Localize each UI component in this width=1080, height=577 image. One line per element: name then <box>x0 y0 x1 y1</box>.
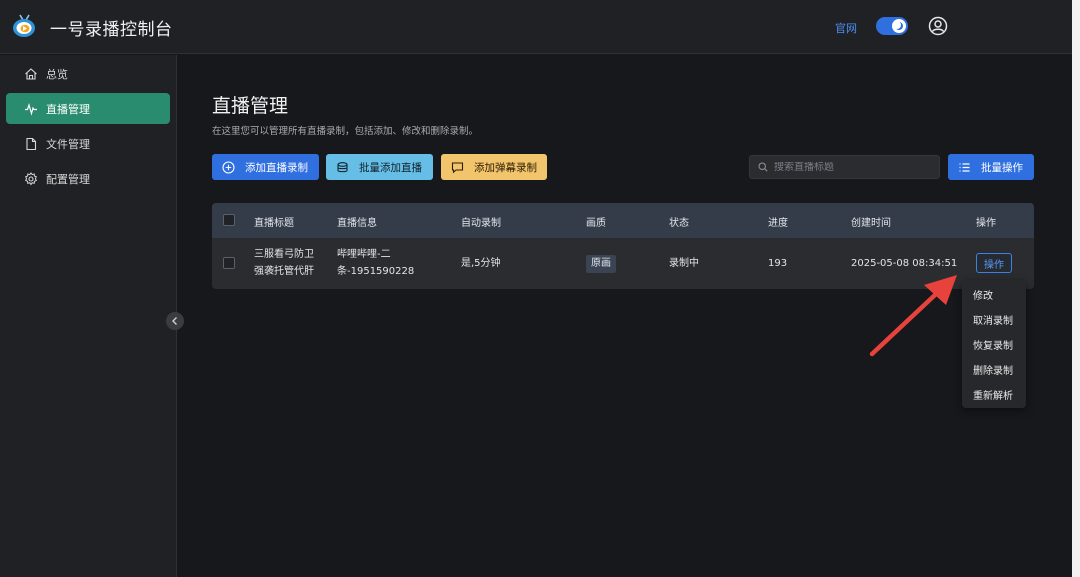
row-info-line1: 哔哩哔哩-二 <box>337 249 391 260</box>
column-header-info[interactable]: 直播信息 <box>337 214 377 229</box>
add-danmu-record-label: 添加弹幕录制 <box>474 161 537 174</box>
column-header-action: 操作 <box>976 218 996 229</box>
search-input[interactable] <box>774 161 934 173</box>
table-header: 直播标题 直播信息 自动录制 画质 状态 进度 创建时间 操作 <box>212 203 1034 238</box>
row-checkbox[interactable] <box>223 257 235 269</box>
menu-item-edit[interactable]: 修改 <box>973 287 993 302</box>
column-header-auto-record[interactable]: 自动录制 <box>461 214 501 229</box>
bulk-operation-button[interactable]: 批量操作 <box>948 154 1034 180</box>
batch-add-live-button[interactable]: 批量添加直播 <box>326 154 433 180</box>
search-box <box>749 155 940 179</box>
search-icon <box>758 162 768 172</box>
column-header-quality[interactable]: 画质 <box>586 214 606 229</box>
chevron-left-icon <box>172 317 177 325</box>
row-auto-record: 是,5分钟 <box>461 258 501 269</box>
row-title-line2: 强袭托管代肝 <box>254 266 314 277</box>
row-info-line2: 条-1951590228 <box>337 266 415 277</box>
sidebar-item-label: 文件管理 <box>46 137 90 151</box>
batch-add-live-label: 批量添加直播 <box>359 161 422 174</box>
add-live-record-button[interactable]: 添加直播录制 <box>212 154 319 180</box>
list-icon <box>959 162 970 172</box>
row-action-button[interactable]: 操作 <box>976 253 1012 273</box>
sidebar-collapse-button[interactable] <box>166 312 184 330</box>
message-square-icon <box>451 161 464 173</box>
sidebar-item-live-management[interactable]: 直播管理 <box>6 93 170 124</box>
app-title: 一号录播控制台 <box>50 20 173 40</box>
row-progress: 193 <box>768 258 788 269</box>
menu-item-cancel-record[interactable]: 取消录制 <box>973 312 1013 327</box>
sidebar-item-config-management[interactable]: 配置管理 <box>6 163 170 194</box>
column-header-status[interactable]: 状态 <box>669 214 689 229</box>
plus-circle-icon <box>222 160 235 174</box>
page-description: 在这里您可以管理所有直播录制，包括添加、修改和删除录制。 <box>212 126 479 137</box>
moon-icon <box>892 19 906 33</box>
menu-item-delete-record[interactable]: 删除录制 <box>973 362 1013 377</box>
official-site-link[interactable]: 官网 <box>835 20 857 36</box>
sidebar: 总览 直播管理 文件管理 配置管理 <box>0 55 177 577</box>
add-live-record-label: 添加直播录制 <box>245 161 308 174</box>
sidebar-item-label: 配置管理 <box>46 172 90 186</box>
page-title: 直播管理 <box>212 95 289 117</box>
sidebar-item-label: 总览 <box>46 67 68 81</box>
user-avatar-icon[interactable] <box>928 16 948 36</box>
row-title-line1: 三服看弓防卫 <box>254 249 314 260</box>
action-dropdown-menu: 修改 取消录制 恢复录制 删除录制 重新解析 <box>962 280 1026 408</box>
red-arrow-annotation-icon <box>869 275 957 357</box>
top-header: 一号录播控制台 官网 <box>0 0 1080 54</box>
dark-mode-toggle[interactable] <box>876 17 908 35</box>
layers-icon <box>337 161 348 172</box>
gear-icon <box>25 171 37 185</box>
file-icon <box>26 137 37 150</box>
bulk-operation-label: 批量操作 <box>981 161 1023 174</box>
row-status: 录制中 <box>669 258 699 269</box>
menu-item-resume-record[interactable]: 恢复录制 <box>973 337 1013 352</box>
home-icon <box>25 67 37 80</box>
sidebar-item-overview[interactable]: 总览 <box>6 58 170 89</box>
sidebar-item-file-management[interactable]: 文件管理 <box>6 128 170 159</box>
column-header-title[interactable]: 直播标题 <box>254 214 294 229</box>
quality-badge: 原画 <box>586 255 616 273</box>
window-scrollbar[interactable] <box>1072 0 1080 577</box>
column-header-progress[interactable]: 进度 <box>768 214 788 229</box>
column-header-created[interactable]: 创建时间 <box>851 214 891 229</box>
pulse-icon <box>25 102 37 116</box>
sidebar-item-label: 直播管理 <box>46 102 90 116</box>
tv-logo-icon[interactable] <box>11 13 37 39</box>
select-all-checkbox[interactable] <box>223 214 235 226</box>
add-danmu-record-button[interactable]: 添加弹幕录制 <box>441 154 547 180</box>
menu-item-reparse[interactable]: 重新解析 <box>973 387 1013 402</box>
